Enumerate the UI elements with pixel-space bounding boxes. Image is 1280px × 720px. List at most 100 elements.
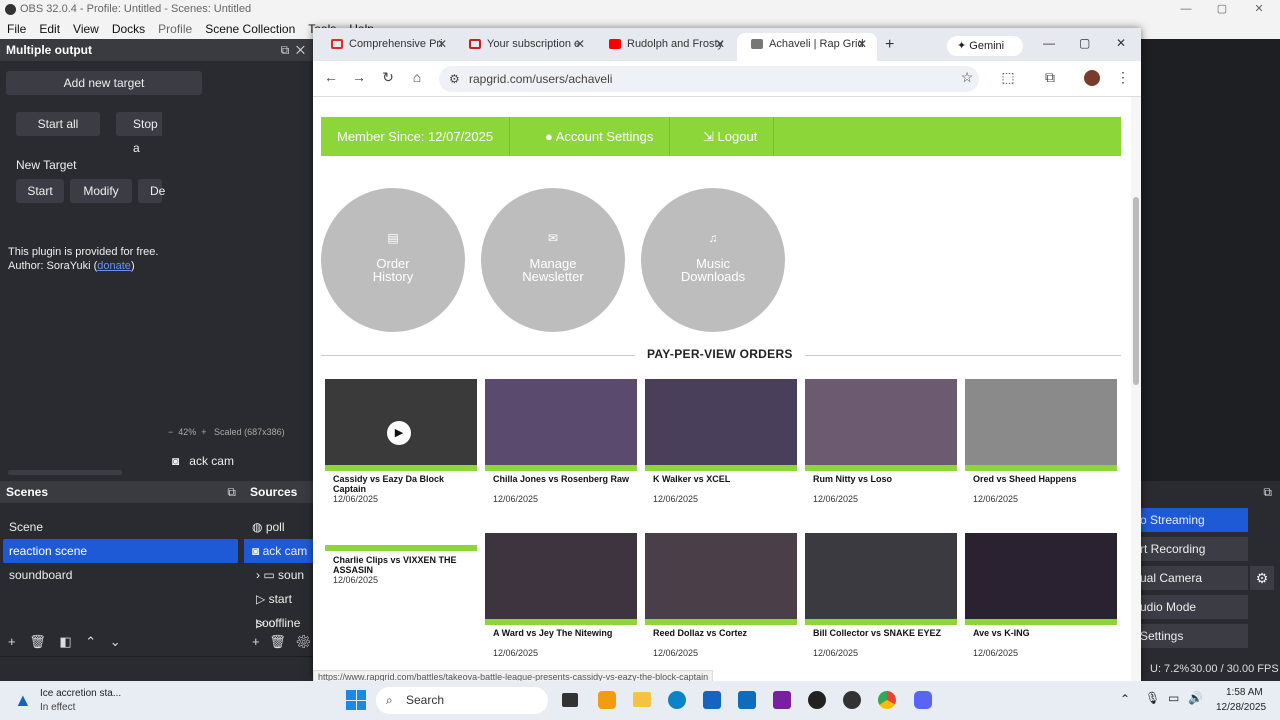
play-icon[interactable]: ▶ [387, 421, 411, 445]
order-title[interactable]: Ored vs Sheed Happens [973, 474, 1113, 484]
scrollbar-thumb[interactable] [1133, 197, 1139, 385]
dock-float-close-icon[interactable]: ⧉ ✕ [281, 39, 305, 61]
order-thumbnail[interactable] [805, 533, 957, 619]
source-item[interactable]: ▷ offline [244, 611, 314, 635]
settings-button[interactable]: Settings [1140, 624, 1248, 648]
network-icon[interactable]: ▭ [1168, 691, 1179, 705]
order-thumbnail[interactable] [965, 533, 1117, 619]
virtual-camera-button[interactable]: ual Camera [1140, 566, 1248, 590]
start-recording-button[interactable]: rt Recording [1140, 537, 1248, 561]
edge-icon[interactable] [668, 691, 686, 709]
order-title[interactable]: K Walker vs XCEL [653, 474, 793, 484]
bookmark-star-icon[interactable]: ☆ [957, 69, 977, 86]
music-downloads-button[interactable]: ♫ Music Downloads [641, 188, 785, 332]
tab-close-icon[interactable]: ✕ [437, 33, 447, 55]
order-card[interactable]: Rum Nitty vs Loso 12/06/2025 [805, 379, 957, 511]
microphone-icon[interactable]: 🎙 [1145, 691, 1160, 705]
menu-docks[interactable]: Docks [105, 19, 151, 36]
tray-chevron-icon[interactable]: ⌃ [1120, 692, 1130, 706]
close-icon[interactable]: ✕ [1116, 36, 1126, 50]
modify-button[interactable]: Modify [70, 179, 132, 203]
scene-toolbar[interactable]: + 🗑 ◧ ⌃ ⌄ [8, 634, 121, 650]
minimize-icon[interactable]: — [1043, 36, 1055, 50]
stop-all-button[interactable]: Stop a [116, 112, 162, 155]
order-title[interactable]: Cassidy vs Eazy Da Block Captain [333, 474, 473, 494]
tab-search-icon[interactable]: ⧉ [1040, 69, 1060, 86]
address-bar[interactable]: ⚙ rapgrid.com/users/achaveli [439, 66, 979, 92]
menu-profile[interactable]: Profile [151, 19, 198, 36]
order-card[interactable]: Ored vs Sheed Happens 12/06/2025 [965, 379, 1117, 511]
order-title[interactable]: A Ward vs Jey The Nitewing [493, 628, 633, 638]
order-card[interactable]: Ave vs K-ING 12/06/2025 [965, 533, 1117, 665]
order-card[interactable]: Reed Dollaz vs Cortez 12/06/2025 [645, 533, 797, 665]
order-title[interactable]: Bill Collector vs SNAKE EYEZ [813, 628, 953, 638]
tab-close-icon[interactable]: ✕ [575, 33, 585, 55]
order-card[interactable]: ▶ Cassidy vs Eazy Da Block Captain 12/06/2… [325, 379, 477, 511]
store-icon[interactable] [703, 691, 721, 709]
account-settings-link[interactable]: ● Account Settings [529, 117, 671, 156]
scene-item[interactable]: Scene [0, 515, 244, 539]
order-card[interactable]: K Walker vs XCEL 12/06/2025 [645, 379, 797, 511]
order-thumbnail[interactable] [805, 379, 957, 465]
order-card[interactable]: Charlie Clips vs VIXXEN THE ASSASIN 12/06… [325, 533, 477, 665]
source-item[interactable]: ◍ poll [244, 515, 314, 539]
order-card[interactable]: Bill Collector vs SNAKE EYEZ 12/06/2025 [805, 533, 957, 665]
order-title[interactable]: Reed Dollaz vs Cortez [653, 628, 793, 638]
windows-start-icon[interactable] [346, 690, 366, 710]
profile-avatar[interactable] [1084, 70, 1100, 86]
tab-close-icon[interactable]: ✕ [857, 33, 867, 55]
home-icon[interactable]: ⌂ [407, 69, 427, 85]
delete-button[interactable]: De [138, 179, 165, 203]
order-thumbnail[interactable] [965, 379, 1117, 465]
clock-date[interactable]: 12/28/2025 [1216, 702, 1266, 713]
gemini-button[interactable]: ✦ Gemini [947, 36, 1023, 56]
weather-title[interactable]: Ice accretion sta... [40, 688, 121, 699]
reload-icon[interactable]: ↻ [378, 69, 398, 86]
new-tab-icon[interactable]: + [885, 36, 894, 54]
media-player-icon[interactable] [808, 691, 826, 709]
horizontal-scrollbar[interactable] [8, 470, 122, 475]
volume-icon[interactable]: 🔊 [1188, 691, 1203, 705]
scene-item-selected[interactable]: reaction scene [3, 539, 238, 563]
file-explorer-icon[interactable] [633, 692, 651, 707]
start-button[interactable]: Start [16, 179, 64, 203]
close-icon[interactable]: ✕ [1236, 0, 1280, 19]
source-item-selected[interactable]: ◙ ack cam [244, 539, 314, 563]
extensions-icon[interactable]: ⬚ [998, 69, 1018, 86]
tab-rudolph[interactable]: Rudolph and Frosty ✕ [595, 33, 735, 61]
outlook-icon[interactable] [738, 691, 756, 709]
order-thumbnail[interactable] [645, 379, 797, 465]
donate-link[interactable]: donate [97, 260, 131, 272]
menu-file[interactable]: File [0, 19, 32, 36]
task-view-icon[interactable] [562, 693, 578, 707]
menu-scene-collection[interactable]: Scene Collection [198, 19, 301, 36]
add-new-target-button[interactable]: Add new target [6, 71, 202, 95]
tab-rapgrid[interactable]: Achaveli | Rap Grid ✕ [737, 33, 877, 61]
obs-icon[interactable] [843, 691, 861, 709]
vertical-scrollbar[interactable] [1131, 97, 1141, 681]
manage-newsletter-button[interactable]: ✉ Manage Newsletter [481, 188, 625, 332]
order-title[interactable]: Ave vs K-ING [973, 628, 1113, 638]
chrome-icon[interactable] [878, 691, 896, 709]
discord-icon[interactable] [914, 691, 932, 709]
source-toolbar-buttons[interactable]: + 🗑 ⚙ [252, 634, 312, 650]
order-thumbnail[interactable] [645, 533, 797, 619]
app-icon[interactable] [598, 691, 616, 709]
clock-time[interactable]: 1:58 AM [1226, 687, 1263, 698]
start-streaming-button[interactable]: o Streaming [1140, 508, 1248, 532]
tab-close-icon[interactable]: ✕ [715, 33, 725, 55]
maximize-icon[interactable]: ▢ [1079, 36, 1090, 50]
order-card[interactable]: Chilla Jones vs Rosenberg Raw 12/06/2025 [485, 379, 637, 511]
menu-edit[interactable]: Edit [32, 19, 66, 36]
scene-item[interactable]: soundboard [0, 563, 244, 587]
forward-icon[interactable]: → [349, 69, 369, 85]
logout-link[interactable]: ⇲ Logout [687, 117, 775, 156]
order-title[interactable]: Charlie Clips vs VIXXEN THE ASSASIN [333, 555, 473, 575]
order-title[interactable]: Chilla Jones vs Rosenberg Raw [493, 474, 633, 484]
order-card[interactable]: A Ward vs Jey The Nitewing 12/06/2025 [485, 533, 637, 665]
start-all-button[interactable]: Start all [16, 112, 100, 136]
order-thumbnail[interactable] [485, 379, 637, 465]
order-title[interactable]: Rum Nitty vs Loso [813, 474, 953, 484]
dock-float-icon[interactable]: ⧉ [1263, 481, 1272, 503]
studio-mode-button[interactable]: udio Mode [1140, 595, 1248, 619]
